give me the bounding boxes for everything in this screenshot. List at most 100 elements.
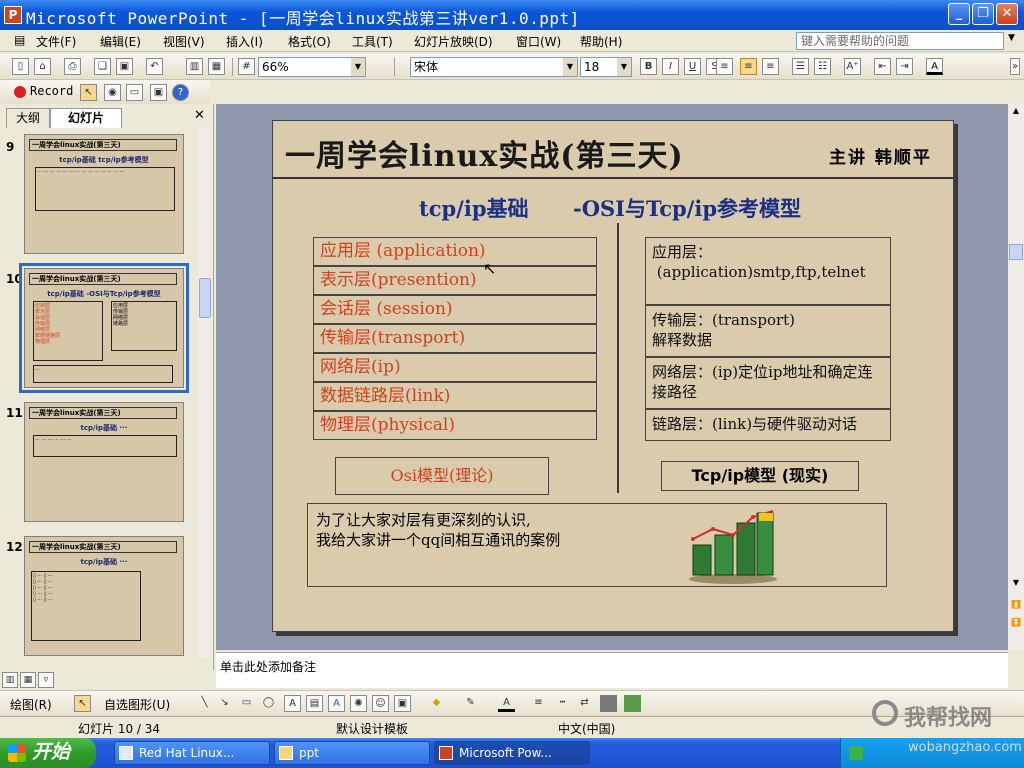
- draw-menu[interactable]: 绘图(R): [10, 696, 52, 713]
- undo-icon[interactable]: ↶: [146, 58, 163, 75]
- 3d-style-icon[interactable]: [624, 695, 641, 712]
- subtitle-right[interactable]: -OSI与Tcp/ip参考模型: [573, 193, 801, 223]
- rectangle-icon[interactable]: ▭: [238, 695, 255, 712]
- menu-edit[interactable]: 编辑(E): [100, 33, 141, 50]
- dash-style-icon[interactable]: ┅: [554, 695, 571, 712]
- decrease-indent-icon[interactable]: ⇤: [874, 58, 891, 75]
- font-size-select[interactable]: 18 ▼: [580, 57, 632, 77]
- insert-chart-icon[interactable]: ▥: [186, 58, 203, 75]
- doc-menu-icon[interactable]: ▤: [14, 33, 25, 47]
- restore-button[interactable]: ❐: [972, 3, 994, 25]
- menu-help[interactable]: 帮助(H): [580, 33, 622, 50]
- osi-layer-datalink[interactable]: 数据链路层(link): [313, 382, 597, 411]
- paste-icon[interactable]: ▣: [116, 58, 133, 75]
- wordart-icon[interactable]: A: [328, 695, 345, 712]
- clipart-icon[interactable]: ☺: [372, 695, 389, 712]
- start-button[interactable]: 开始: [0, 738, 96, 768]
- slide-thumbnail-11[interactable]: 一周学会linux实战(第三天) tcp/ip基础 ··· ··· ··· ··…: [24, 402, 184, 522]
- menu-format[interactable]: 格式(O): [288, 33, 331, 50]
- grow-font-icon[interactable]: A⁺: [844, 58, 861, 75]
- menu-window[interactable]: 窗口(W): [516, 33, 561, 50]
- help-icon[interactable]: ?: [172, 84, 189, 101]
- picture-icon[interactable]: ▣: [394, 695, 411, 712]
- fill-color-icon[interactable]: ◆: [428, 695, 445, 712]
- slide-thumbnail-9[interactable]: 一周学会linux实战(第三天) tcp/ip基础 tcp/ip参考模型 ···…: [24, 134, 184, 254]
- image-icon[interactable]: ▣: [150, 84, 167, 101]
- taskbar-item-powerpoint[interactable]: Microsoft Pow...: [434, 741, 590, 765]
- diagram-icon[interactable]: ✺: [350, 695, 367, 712]
- normal-view-icon[interactable]: ▥: [2, 672, 18, 688]
- osi-layer-transport[interactable]: 传输层(transport): [313, 324, 597, 353]
- arrow-style-icon[interactable]: ⇄: [576, 695, 593, 712]
- line-style-icon[interactable]: ≡: [530, 695, 547, 712]
- screen-icon[interactable]: ▭: [126, 84, 143, 101]
- slideshow-view-icon[interactable]: ▿: [38, 672, 54, 688]
- slide-scrollbar[interactable]: ▲ ▼ ⏫ ⏬: [1008, 104, 1024, 650]
- example-text-box[interactable]: 为了让大家对层有更深刻的认识, 我给大家讲一个qq间相互通讯的案例: [307, 503, 887, 587]
- minimize-button[interactable]: _: [948, 3, 970, 25]
- bullets-icon[interactable]: ☷: [814, 58, 831, 75]
- line-color-icon[interactable]: ✎: [462, 695, 479, 712]
- bold-button[interactable]: B: [640, 58, 657, 75]
- notes-pane[interactable]: 单击此处添加备注: [216, 652, 1008, 688]
- help-dropdown-icon[interactable]: ▼: [1008, 33, 1015, 43]
- osi-layer-presentation[interactable]: 表示层(presention): [313, 266, 597, 295]
- align-left-icon[interactable]: ≡: [716, 58, 733, 75]
- grid-icon[interactable]: #: [238, 58, 255, 75]
- italic-button[interactable]: I: [662, 58, 679, 75]
- osi-layer-network[interactable]: 网络层(ip): [313, 353, 597, 382]
- close-pane-icon[interactable]: ✕: [194, 108, 205, 123]
- tab-slides[interactable]: 幻灯片: [50, 108, 122, 128]
- new-icon[interactable]: ▯: [12, 58, 29, 75]
- help-search-input[interactable]: 键入需要帮助的问题: [796, 32, 1004, 50]
- scroll-up-icon[interactable]: ▲: [1010, 106, 1022, 120]
- tcp-model-label[interactable]: Tcp/ip模型 (现实): [661, 461, 859, 491]
- select-objects-icon[interactable]: ↖: [74, 695, 91, 712]
- notes-placeholder[interactable]: 单击此处添加备注: [220, 660, 316, 674]
- tab-outline[interactable]: 大纲: [6, 108, 50, 128]
- menu-tools[interactable]: 工具(T): [352, 33, 393, 50]
- osi-layer-physical[interactable]: 物理层(physical): [313, 411, 597, 440]
- prev-slide-icon[interactable]: ⏫: [1010, 600, 1022, 614]
- toolbar-options-icon[interactable]: »: [1010, 58, 1020, 75]
- scroll-thumb[interactable]: [1009, 244, 1023, 260]
- pointer-tool-icon[interactable]: ↖: [80, 84, 97, 101]
- osi-layer-session[interactable]: 会话层 (session): [313, 295, 597, 324]
- font-color-icon[interactable]: A: [926, 58, 943, 75]
- subtitle-left[interactable]: tcp/ip基础: [419, 193, 529, 223]
- numbering-icon[interactable]: ☰: [792, 58, 809, 75]
- next-slide-icon[interactable]: ⏬: [1010, 618, 1022, 632]
- align-center-icon[interactable]: ≡: [740, 58, 757, 75]
- increase-indent-icon[interactable]: ⇥: [896, 58, 913, 75]
- scroll-down-icon[interactable]: ▼: [1010, 578, 1022, 592]
- copy-icon[interactable]: ❏: [94, 58, 111, 75]
- menu-slideshow[interactable]: 幻灯片放映(D): [414, 33, 493, 50]
- tcp-layer-network[interactable]: 网络层：(ip)定位ip地址和确定连接路径: [645, 357, 891, 409]
- menu-file[interactable]: 文件(F): [36, 33, 76, 50]
- zoom-select[interactable]: 66% ▼: [258, 57, 366, 77]
- print-icon[interactable]: ⎙: [64, 58, 81, 75]
- scroll-thumb[interactable]: [199, 278, 211, 318]
- tcp-layer-link[interactable]: 链路层：(link)与硬件驱动对话: [645, 409, 891, 441]
- close-button[interactable]: ✕: [996, 3, 1018, 25]
- record-button[interactable]: Record: [30, 84, 73, 98]
- vertical-textbox-icon[interactable]: ▤: [306, 695, 323, 712]
- arrow-icon[interactable]: ↘: [216, 695, 233, 712]
- tray-network-icon[interactable]: [849, 746, 863, 760]
- slide-sorter-icon[interactable]: ▦: [20, 672, 36, 688]
- menu-view[interactable]: 视图(V): [163, 33, 205, 50]
- slide-title[interactable]: 一周学会linux实战(第三天): [285, 131, 684, 175]
- slide-thumbnail-10[interactable]: 一周学会linux实战(第三天) tcp/ip基础 -OSI与Tcp/ip参考模…: [19, 263, 189, 393]
- font-select[interactable]: 宋体 ▼: [410, 57, 578, 77]
- record-dot-icon[interactable]: [14, 86, 26, 98]
- tcp-layer-application[interactable]: 应用层： (application)smtp,ftp,telnet: [645, 237, 891, 305]
- osi-layer-application[interactable]: 应用层 (application): [313, 237, 597, 266]
- insert-table-icon[interactable]: ▦: [208, 58, 225, 75]
- underline-button[interactable]: U: [684, 58, 701, 75]
- align-right-icon[interactable]: ≡: [762, 58, 779, 75]
- camera-icon[interactable]: ◉: [104, 84, 121, 101]
- osi-model-label[interactable]: Osi模型(理论): [335, 457, 549, 495]
- powerpoint-icon[interactable]: P: [4, 6, 22, 24]
- current-slide[interactable]: 一周学会linux实战(第三天) 主讲 韩顺平 tcp/ip基础 -OSI与Tc…: [272, 120, 954, 632]
- oval-icon[interactable]: ◯: [260, 695, 277, 712]
